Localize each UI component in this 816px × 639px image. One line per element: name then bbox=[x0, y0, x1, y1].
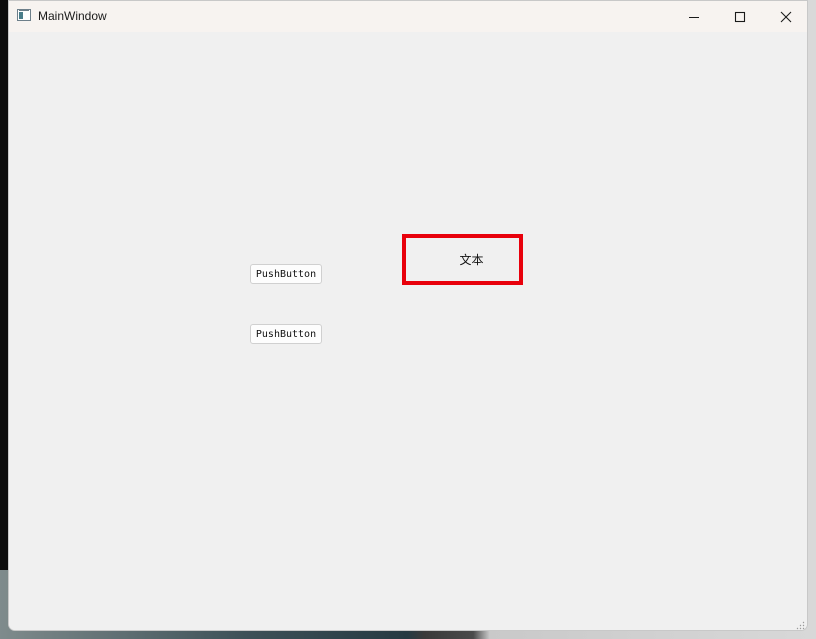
text-label-content: 文本 bbox=[459, 253, 484, 267]
maximize-icon bbox=[734, 11, 746, 22]
central-widget: PushButton PushButton 文本 bbox=[9, 32, 807, 630]
desktop-background: MainWindow PushButton PushButton 文本 bbox=[0, 0, 816, 639]
close-button[interactable] bbox=[763, 1, 807, 32]
app-window-icon[interactable] bbox=[17, 9, 31, 21]
size-grip-icon[interactable] bbox=[796, 621, 805, 630]
push-button-2[interactable]: PushButton bbox=[250, 324, 322, 344]
minimize-icon bbox=[689, 16, 699, 18]
window-title: MainWindow bbox=[38, 9, 107, 23]
title-bar[interactable]: MainWindow bbox=[9, 1, 807, 32]
minimize-button[interactable] bbox=[671, 1, 717, 32]
push-button-1[interactable]: PushButton bbox=[250, 264, 322, 284]
text-label: 文本 bbox=[402, 234, 523, 285]
main-window: MainWindow PushButton PushButton 文本 bbox=[8, 0, 808, 631]
maximize-button[interactable] bbox=[717, 1, 763, 32]
close-icon bbox=[780, 11, 792, 22]
